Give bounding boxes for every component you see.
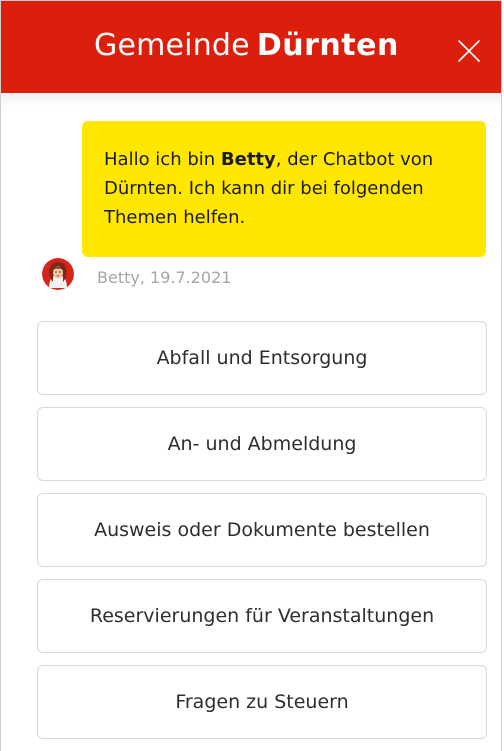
option-an-abmeldung[interactable]: An- und Abmeldung	[37, 407, 487, 481]
option-ausweis-dokumente[interactable]: Ausweis oder Dokumente bestellen	[37, 493, 487, 567]
brand-name-light: Gemeinde	[94, 28, 250, 63]
option-reservierungen[interactable]: Reservierungen für Veranstaltungen	[37, 579, 487, 653]
message-meta: Betty, 19.7.2021	[97, 268, 232, 287]
betty-avatar-icon	[42, 258, 74, 290]
bot-name: Betty	[220, 149, 276, 170]
brand-logo: Gemeinde Dürnten	[94, 28, 399, 68]
option-steuern[interactable]: Fragen zu Steuern	[37, 665, 487, 739]
message-text-before: Hallo ich bin	[104, 149, 221, 170]
header-shadow	[1, 93, 501, 107]
chat-header: Gemeinde Dürnten	[1, 1, 501, 93]
quick-reply-options: Abfall und Entsorgung An- und Abmeldung …	[37, 321, 487, 751]
bot-message-bubble: Hallo ich bin Betty, der Chatbot von Dür…	[82, 121, 486, 257]
brand-name-bold: Dürnten	[256, 28, 399, 63]
close-icon	[458, 40, 480, 62]
chat-window: Gemeinde Dürnten Hallo ich bin Betty, der…	[0, 0, 502, 751]
option-abfall-entsorgung[interactable]: Abfall und Entsorgung	[37, 321, 487, 395]
close-button[interactable]	[456, 38, 482, 64]
